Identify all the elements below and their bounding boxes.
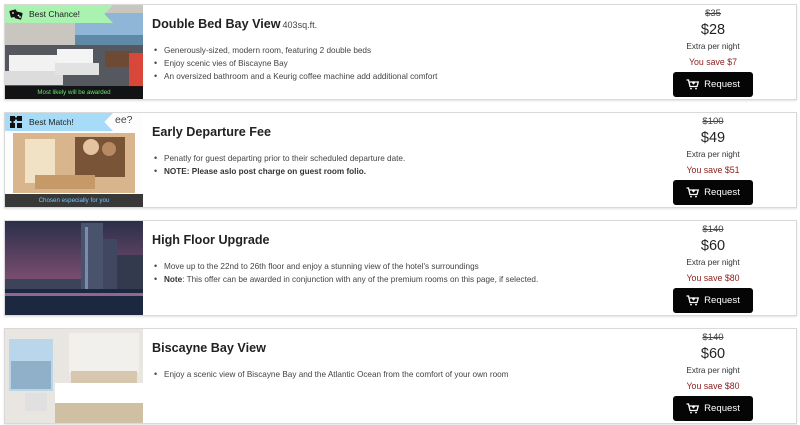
request-button[interactable]: Request: [673, 180, 753, 205]
offer-description: Generously-sized, modern room, featuring…: [152, 44, 437, 83]
room-size: 403sq.ft.: [282, 20, 318, 30]
price-note: Extra per night: [686, 258, 740, 267]
request-button-label: Request: [704, 295, 740, 306]
room-photo-night-skyline: [5, 221, 143, 315]
request-button-label: Request: [704, 79, 740, 90]
description-item: Note: This offer can be awarded in conju…: [152, 273, 538, 286]
original-price: $100: [702, 116, 724, 127]
cart-plus-icon: [686, 79, 700, 90]
description-item: Enjoy a scenic view of Biscayne Bay and …: [152, 368, 509, 381]
savings-text: You save $7: [688, 57, 738, 67]
dice-icon: [9, 9, 23, 20]
note-text: NOTE: Please aslo post charge on guest r…: [164, 167, 366, 176]
original-price: $140: [702, 224, 724, 235]
note-label: Note: [164, 275, 183, 284]
request-button-label: Request: [704, 187, 740, 198]
price-block: $35 $28 Extra per night You save $7: [665, 8, 761, 69]
offer-description: Enjoy a scenic view of Biscayne Bay and …: [152, 368, 509, 381]
description-item: Penatly for guest departing prior to the…: [152, 152, 405, 165]
description-item: Move up to the 22nd to 26th floor and en…: [152, 260, 538, 273]
savings-text: You save $51: [686, 165, 740, 175]
offer-price: $60: [700, 238, 726, 254]
offer-description: Move up to the 22nd to 26th floor and en…: [152, 260, 538, 286]
price-block: $100 $49 Extra per night You save $51: [665, 116, 761, 177]
cart-plus-icon: [686, 187, 700, 198]
offer-price: $28: [700, 22, 726, 38]
description-item: NOTE: Please aslo post charge on guest r…: [152, 165, 405, 178]
room-photo-bay-view-room: [5, 329, 143, 423]
puzzle-icon: [10, 116, 22, 128]
offer-title-text: Early Departure Fee: [152, 125, 271, 139]
request-button[interactable]: Request: [673, 72, 753, 97]
offer-title-text: High Floor Upgrade: [152, 233, 270, 247]
request-button-label: Request: [704, 403, 740, 414]
price-note: Extra per night: [686, 42, 740, 51]
offer-title-text: Biscayne Bay View: [152, 341, 266, 355]
original-price: $140: [702, 332, 724, 343]
overlay-text: ee?: [115, 114, 133, 126]
chosen-for-you-caption: Chosen especially for you: [5, 194, 143, 207]
cart-plus-icon: [686, 403, 700, 414]
offer-card: Biscayne Bay View Enjoy a scenic view of…: [4, 328, 797, 424]
offer-price: $60: [700, 346, 726, 362]
description-item: Generously-sized, modern room, featuring…: [152, 44, 437, 57]
offer-description: Penatly for guest departing prior to the…: [152, 152, 405, 178]
description-item: An oversized bathroom and a Keurig coffe…: [152, 70, 437, 83]
best-match-ribbon: Best Match!: [5, 113, 113, 131]
offer-price: $49: [700, 130, 726, 146]
ribbon-label: Best Chance!: [29, 9, 81, 19]
offer-card: ee? Best Match! Chosen especially for yo…: [4, 112, 797, 208]
offer-title: Double Bed Bay View 403sq.ft.: [152, 17, 317, 31]
price-block: $140 $60 Extra per night You save $80: [665, 332, 761, 393]
request-button[interactable]: Request: [673, 396, 753, 421]
award-likelihood-caption: Most likely will be awarded: [5, 86, 143, 99]
offer-card: High Floor Upgrade Move up to the 22nd t…: [4, 220, 797, 316]
room-photo: [5, 329, 143, 423]
room-photo: [5, 221, 143, 315]
ribbon-label: Best Match!: [29, 117, 74, 127]
room-photo: ee? Best Match! Chosen especially for yo…: [5, 113, 143, 207]
room-photo: Best Chance! Most likely will be awarded: [5, 5, 143, 99]
description-item: Enjoy scenic vies of Biscayne Bay: [152, 57, 437, 70]
offer-title-text: Double Bed Bay View: [152, 17, 281, 31]
price-note: Extra per night: [686, 366, 740, 375]
cart-plus-icon: [686, 295, 700, 306]
request-button[interactable]: Request: [673, 288, 753, 313]
offer-title: High Floor Upgrade: [152, 233, 270, 247]
price-note: Extra per night: [686, 150, 740, 159]
offer-title: Biscayne Bay View: [152, 341, 266, 355]
offer-card: Best Chance! Most likely will be awarded…: [4, 4, 797, 100]
savings-text: You save $80: [686, 381, 740, 391]
original-price: $35: [705, 8, 721, 19]
note-text: : This offer can be awarded in conjuncti…: [182, 275, 539, 284]
savings-text: You save $80: [686, 273, 740, 283]
offer-title: Early Departure Fee: [152, 125, 271, 139]
best-chance-ribbon: Best Chance!: [5, 5, 113, 23]
price-block: $140 $60 Extra per night You save $80: [665, 224, 761, 285]
